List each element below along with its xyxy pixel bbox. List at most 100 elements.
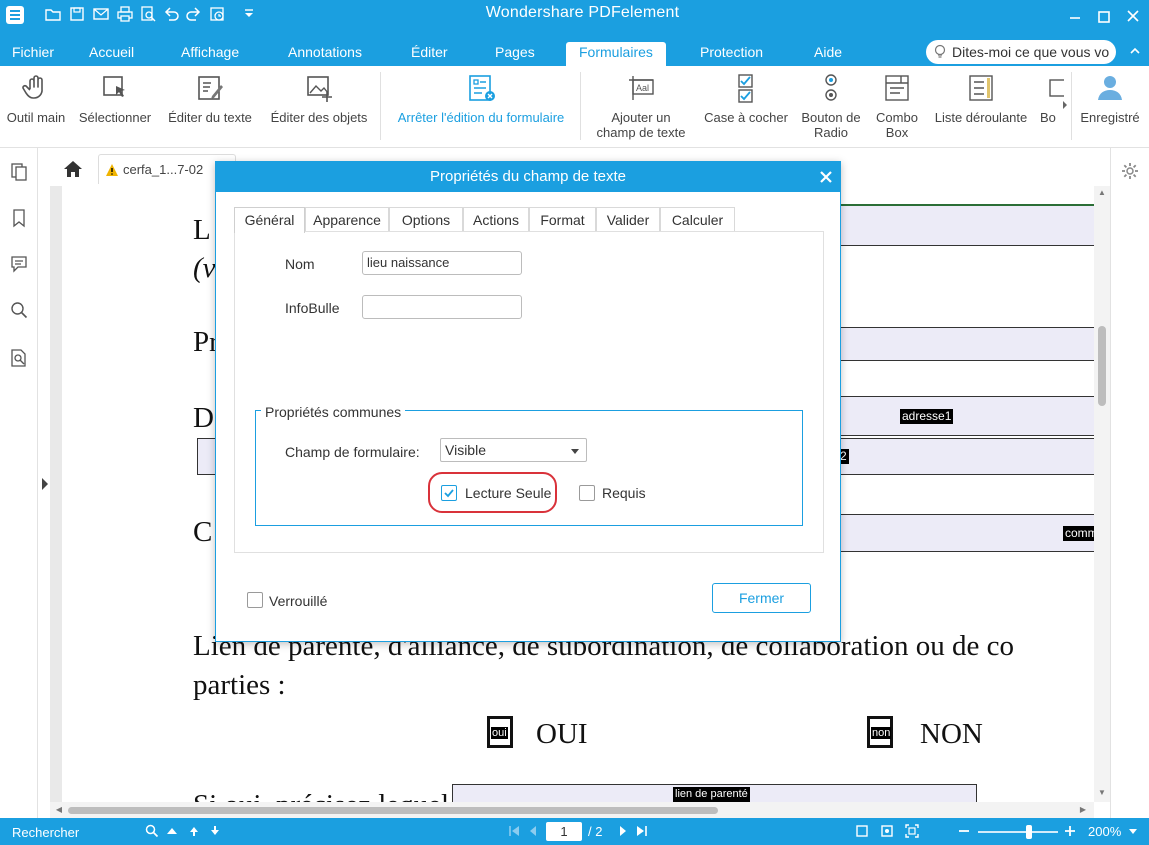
scroll-up-icon[interactable]: ▲ <box>1095 186 1109 200</box>
menu-pages[interactable]: Pages <box>487 42 543 66</box>
nom-label: Nom <box>285 256 315 272</box>
hand-tool-button[interactable]: Outil main <box>5 72 67 125</box>
status-bar: Rechercher 1 / 2 200% <box>0 818 1149 845</box>
tab-calculer[interactable]: Calculer <box>660 207 735 232</box>
radio-button-icon <box>825 74 837 101</box>
nom-input[interactable]: lieu naissance <box>362 251 522 275</box>
verrouille-label[interactable]: Verrouillé <box>269 593 327 609</box>
menu-editer[interactable]: Éditer <box>403 42 456 66</box>
tell-me-search[interactable]: Dites-moi ce que vous vo <box>926 40 1116 64</box>
search-document-icon[interactable] <box>9 348 29 368</box>
single-page-view-icon[interactable] <box>855 824 869 838</box>
menu-protection[interactable]: Protection <box>692 42 771 66</box>
menu-affichage[interactable]: Affichage <box>173 42 247 66</box>
scroll-left-icon[interactable]: ◀ <box>52 803 66 817</box>
vertical-scrollbar[interactable]: ▲ ▼ <box>1094 186 1110 802</box>
search-icon[interactable] <box>9 300 29 320</box>
zoom-slider-track[interactable] <box>978 831 1058 833</box>
tab-valider[interactable]: Valider <box>596 207 660 232</box>
thumbnails-icon[interactable] <box>9 162 29 182</box>
close-window-icon[interactable] <box>1120 6 1146 28</box>
combo-box-field-button[interactable]: Combo Box <box>870 72 924 140</box>
previous-result-icon[interactable] <box>165 824 179 838</box>
combo-box-icon <box>885 75 909 101</box>
requis-label[interactable]: Requis <box>602 485 646 501</box>
form-field[interactable] <box>822 327 1094 361</box>
form-field-lien-parente[interactable]: lien de parenté <box>452 784 977 802</box>
horizontal-scrollbar[interactable]: ◀ ▶ <box>50 802 1094 818</box>
edit-text-button[interactable]: Éditer du texte <box>162 72 258 125</box>
form-field-commune[interactable]: comm <box>822 514 1094 552</box>
edit-objects-button[interactable]: Éditer des objets <box>265 72 373 125</box>
menu-accueil[interactable]: Accueil <box>81 42 142 66</box>
radio-button-field-button[interactable]: Bouton de Radio <box>797 72 865 140</box>
lecture-seule-label[interactable]: Lecture Seule <box>465 485 551 501</box>
zoom-slider-handle[interactable] <box>1026 825 1032 839</box>
search-label[interactable]: Rechercher <box>12 825 79 840</box>
add-text-field-button[interactable]: Aal Ajouter un champ de texte <box>590 72 692 140</box>
stop-form-editing-button[interactable]: Arrêter l'édition du formulaire <box>388 72 574 125</box>
next-result-icon[interactable] <box>208 824 222 838</box>
form-field-adresse1[interactable]: adresse1 <box>822 396 1094 436</box>
edit-objects-icon <box>307 76 332 102</box>
close-icon[interactable] <box>818 169 834 185</box>
button-field-button[interactable]: Bo <box>1040 72 1064 125</box>
form-field[interactable] <box>822 206 1094 246</box>
scrollbar-thumb[interactable] <box>68 807 718 814</box>
menu-formulaires[interactable]: Formulaires <box>566 42 666 66</box>
fit-width-icon[interactable] <box>905 824 919 838</box>
zoom-dropdown-icon[interactable] <box>1128 828 1138 836</box>
menu-annotations[interactable]: Annotations <box>280 42 370 66</box>
zoom-out-icon[interactable] <box>957 824 971 838</box>
requis-checkbox[interactable] <box>579 485 595 501</box>
tab-general[interactable]: Général <box>234 207 305 233</box>
checkbox-field-button[interactable]: Case à cocher <box>700 72 792 125</box>
ribbon-separator <box>1071 72 1072 140</box>
tab-apparence[interactable]: Apparence <box>305 207 389 232</box>
tab-actions[interactable]: Actions <box>463 207 529 232</box>
tab-options[interactable]: Options <box>389 207 463 232</box>
ribbon-scroll-right-icon[interactable] <box>1061 100 1069 110</box>
visibility-select[interactable]: Visible <box>440 438 587 462</box>
first-result-icon[interactable] <box>187 824 201 838</box>
page-text-line: (v <box>193 252 216 284</box>
last-page-icon[interactable] <box>635 824 649 838</box>
expand-sidebar-icon[interactable] <box>40 476 50 492</box>
zoom-level[interactable]: 200% <box>1088 824 1121 839</box>
select-tool-button[interactable]: Sélectionner <box>74 72 156 125</box>
non-checkbox[interactable]: non <box>867 716 893 748</box>
list-box-field-button[interactable]: Liste déroulante <box>928 72 1034 125</box>
next-page-icon[interactable] <box>616 824 630 838</box>
first-page-icon[interactable] <box>507 824 521 838</box>
tab-format[interactable]: Format <box>529 207 596 232</box>
title-bar: Wondershare PDFelement <box>0 0 1149 38</box>
left-sidebar <box>0 148 38 818</box>
infobulle-input[interactable] <box>362 295 522 319</box>
previous-page-icon[interactable] <box>526 824 540 838</box>
scrollbar-thumb[interactable] <box>1098 326 1106 406</box>
ribbon-toolbar: Outil main Sélectionner Éditer du texte … <box>0 66 1149 148</box>
settings-gear-icon[interactable] <box>1121 162 1139 180</box>
menu-aide[interactable]: Aide <box>806 42 850 66</box>
text-field-icon: Aal <box>629 76 654 100</box>
scroll-down-icon[interactable]: ▼ <box>1095 786 1109 800</box>
lecture-seule-checkbox[interactable] <box>441 485 457 501</box>
fit-page-icon[interactable] <box>880 824 894 838</box>
search-icon[interactable] <box>145 824 159 838</box>
text-field-properties-dialog: Propriétés du champ de texte Général App… <box>215 161 841 642</box>
page-number-input[interactable]: 1 <box>546 822 582 841</box>
home-icon[interactable] <box>62 158 84 180</box>
minimize-icon[interactable] <box>1062 6 1088 28</box>
comments-icon[interactable] <box>9 254 29 274</box>
account-button[interactable]: Enregistré <box>1076 72 1144 125</box>
bookmark-icon[interactable] <box>9 208 29 228</box>
scroll-right-icon[interactable]: ▶ <box>1076 803 1090 817</box>
verrouille-checkbox[interactable] <box>247 592 263 608</box>
oui-checkbox[interactable]: oui <box>487 716 513 748</box>
collapse-ribbon-icon[interactable] <box>1128 44 1142 58</box>
fermer-button[interactable]: Fermer <box>712 583 811 613</box>
zoom-in-icon[interactable] <box>1063 824 1077 838</box>
select-icon <box>103 76 125 97</box>
maximize-icon[interactable] <box>1091 6 1117 28</box>
menu-fichier[interactable]: Fichier <box>4 42 62 66</box>
